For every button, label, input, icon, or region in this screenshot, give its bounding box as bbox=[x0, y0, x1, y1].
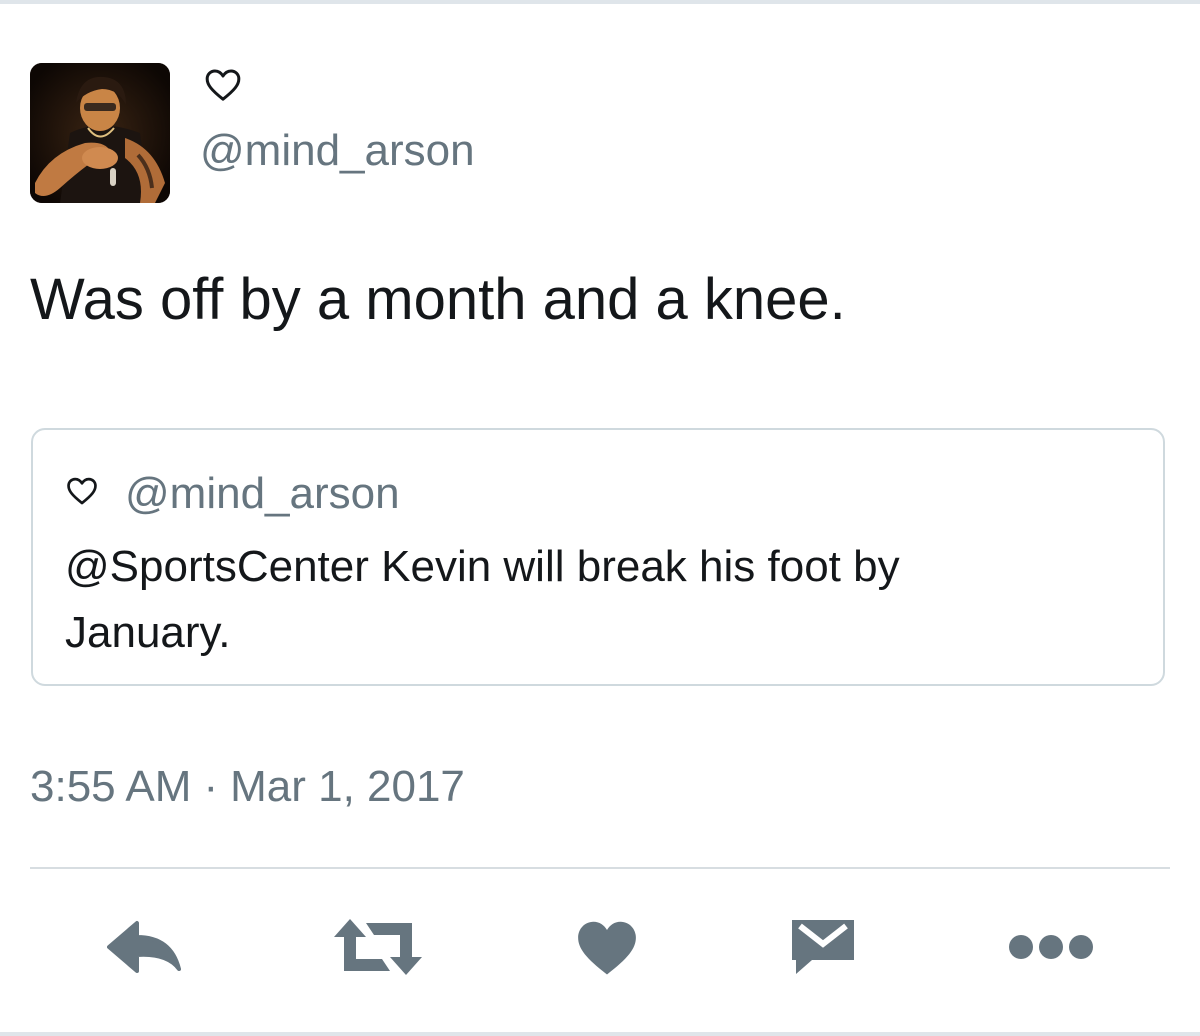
quoted-tweet-text: @SportsCenter Kevin will break his foot … bbox=[65, 542, 900, 657]
retweet-icon bbox=[334, 919, 422, 975]
quoted-tweet-handle[interactable]: @mind_arson bbox=[125, 470, 400, 518]
heart-icon bbox=[67, 477, 97, 505]
message-button[interactable] bbox=[786, 912, 860, 982]
retweet-button[interactable] bbox=[328, 912, 428, 982]
tweet-time: 3:55 AM bbox=[30, 762, 192, 811]
quoted-tweet-card[interactable]: @mind_arson @SportsCenter Kevin will bre… bbox=[31, 428, 1165, 686]
bottom-rule bbox=[0, 1032, 1200, 1036]
reply-icon bbox=[107, 921, 181, 973]
avatar-image bbox=[30, 63, 170, 203]
tweet-timestamp: 3:55 AM · Mar 1, 2017 bbox=[30, 762, 465, 812]
more-button[interactable] bbox=[1006, 912, 1096, 982]
tweet-text: Was off by a month and a knee. bbox=[30, 267, 846, 332]
like-button[interactable] bbox=[570, 912, 644, 982]
heart-icon bbox=[205, 69, 241, 101]
more-icon bbox=[1009, 935, 1093, 959]
like-icon bbox=[578, 921, 636, 975]
meta-separator: · bbox=[203, 762, 219, 811]
tweet-date: Mar 1, 2017 bbox=[230, 762, 465, 811]
top-rule bbox=[0, 0, 1200, 4]
avatar[interactable] bbox=[30, 63, 170, 203]
author-handle[interactable]: @mind_arson bbox=[200, 126, 475, 176]
message-icon bbox=[792, 920, 854, 974]
divider bbox=[30, 867, 1170, 869]
reply-button[interactable] bbox=[103, 912, 187, 982]
